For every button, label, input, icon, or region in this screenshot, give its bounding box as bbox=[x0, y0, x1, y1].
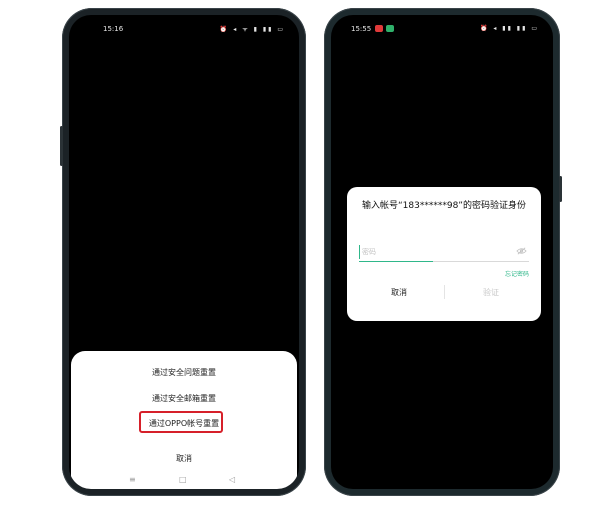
button-divider bbox=[444, 285, 445, 299]
back-icon[interactable]: ◁ bbox=[229, 475, 235, 484]
left-screen: 15:16 ⏰ ◂ ᯤ ▮ ▮▮ ▭ 通过安全问题重置 通过安全邮箱重置 通过O… bbox=[69, 15, 299, 489]
password-input[interactable] bbox=[359, 245, 502, 259]
left-phone: 15:16 ⏰ ◂ ᯤ ▮ ▮▮ ▭ 通过安全问题重置 通过安全邮箱重置 通过O… bbox=[60, 8, 306, 496]
verify-button[interactable]: 验证 bbox=[451, 287, 531, 298]
eye-off-icon[interactable] bbox=[516, 247, 527, 255]
option-cancel[interactable]: 取消 bbox=[71, 453, 297, 464]
status-time: 15:55 bbox=[351, 25, 372, 33]
password-dialog: 输入帐号“183******98”的密码验证身份 忘记密码 取消 验证 bbox=[347, 187, 541, 321]
option-oppo-account[interactable]: 通过OPPO帐号重置 bbox=[71, 418, 297, 429]
cancel-button[interactable]: 取消 bbox=[359, 287, 439, 298]
notification-icon bbox=[375, 25, 383, 32]
forgot-password-link[interactable]: 忘记密码 bbox=[505, 269, 529, 278]
status-bar: 15:16 ⏰ ◂ ᯤ ▮ ▮▮ ▭ bbox=[69, 15, 299, 41]
option-security-question[interactable]: 通过安全问题重置 bbox=[71, 367, 297, 378]
field-focus-line bbox=[359, 261, 433, 262]
right-screen: 15:55 ⏰ ◂ ▮▮ ▮▮ ▭ 输入帐号“183******98”的密码验证… bbox=[331, 15, 553, 489]
status-time: 15:16 bbox=[103, 25, 124, 33]
password-field[interactable] bbox=[359, 245, 529, 262]
right-phone: 15:55 ⏰ ◂ ▮▮ ▮▮ ▭ 输入帐号“183******98”的密码验证… bbox=[324, 8, 562, 496]
home-icon[interactable]: □ bbox=[179, 475, 187, 484]
volume-button bbox=[60, 126, 63, 166]
dialog-title: 输入帐号“183******98”的密码验证身份 bbox=[362, 201, 526, 211]
option-security-email[interactable]: 通过安全邮箱重置 bbox=[71, 393, 297, 404]
nav-bar: ≡ □ ◁ bbox=[71, 473, 297, 489]
menu-icon[interactable]: ≡ bbox=[129, 475, 136, 484]
status-bar: 15:55 ⏰ ◂ ▮▮ ▮▮ ▭ bbox=[331, 15, 553, 41]
status-icons: ⏰ ◂ ▮▮ ▮▮ ▭ bbox=[480, 25, 539, 32]
reset-options-sheet: 通过安全问题重置 通过安全邮箱重置 通过OPPO帐号重置 取消 ≡ □ ◁ bbox=[71, 351, 297, 489]
power-button bbox=[559, 176, 562, 202]
notification-icon bbox=[386, 25, 394, 32]
status-icons: ⏰ ◂ ᯤ ▮ ▮▮ ▭ bbox=[219, 26, 285, 33]
